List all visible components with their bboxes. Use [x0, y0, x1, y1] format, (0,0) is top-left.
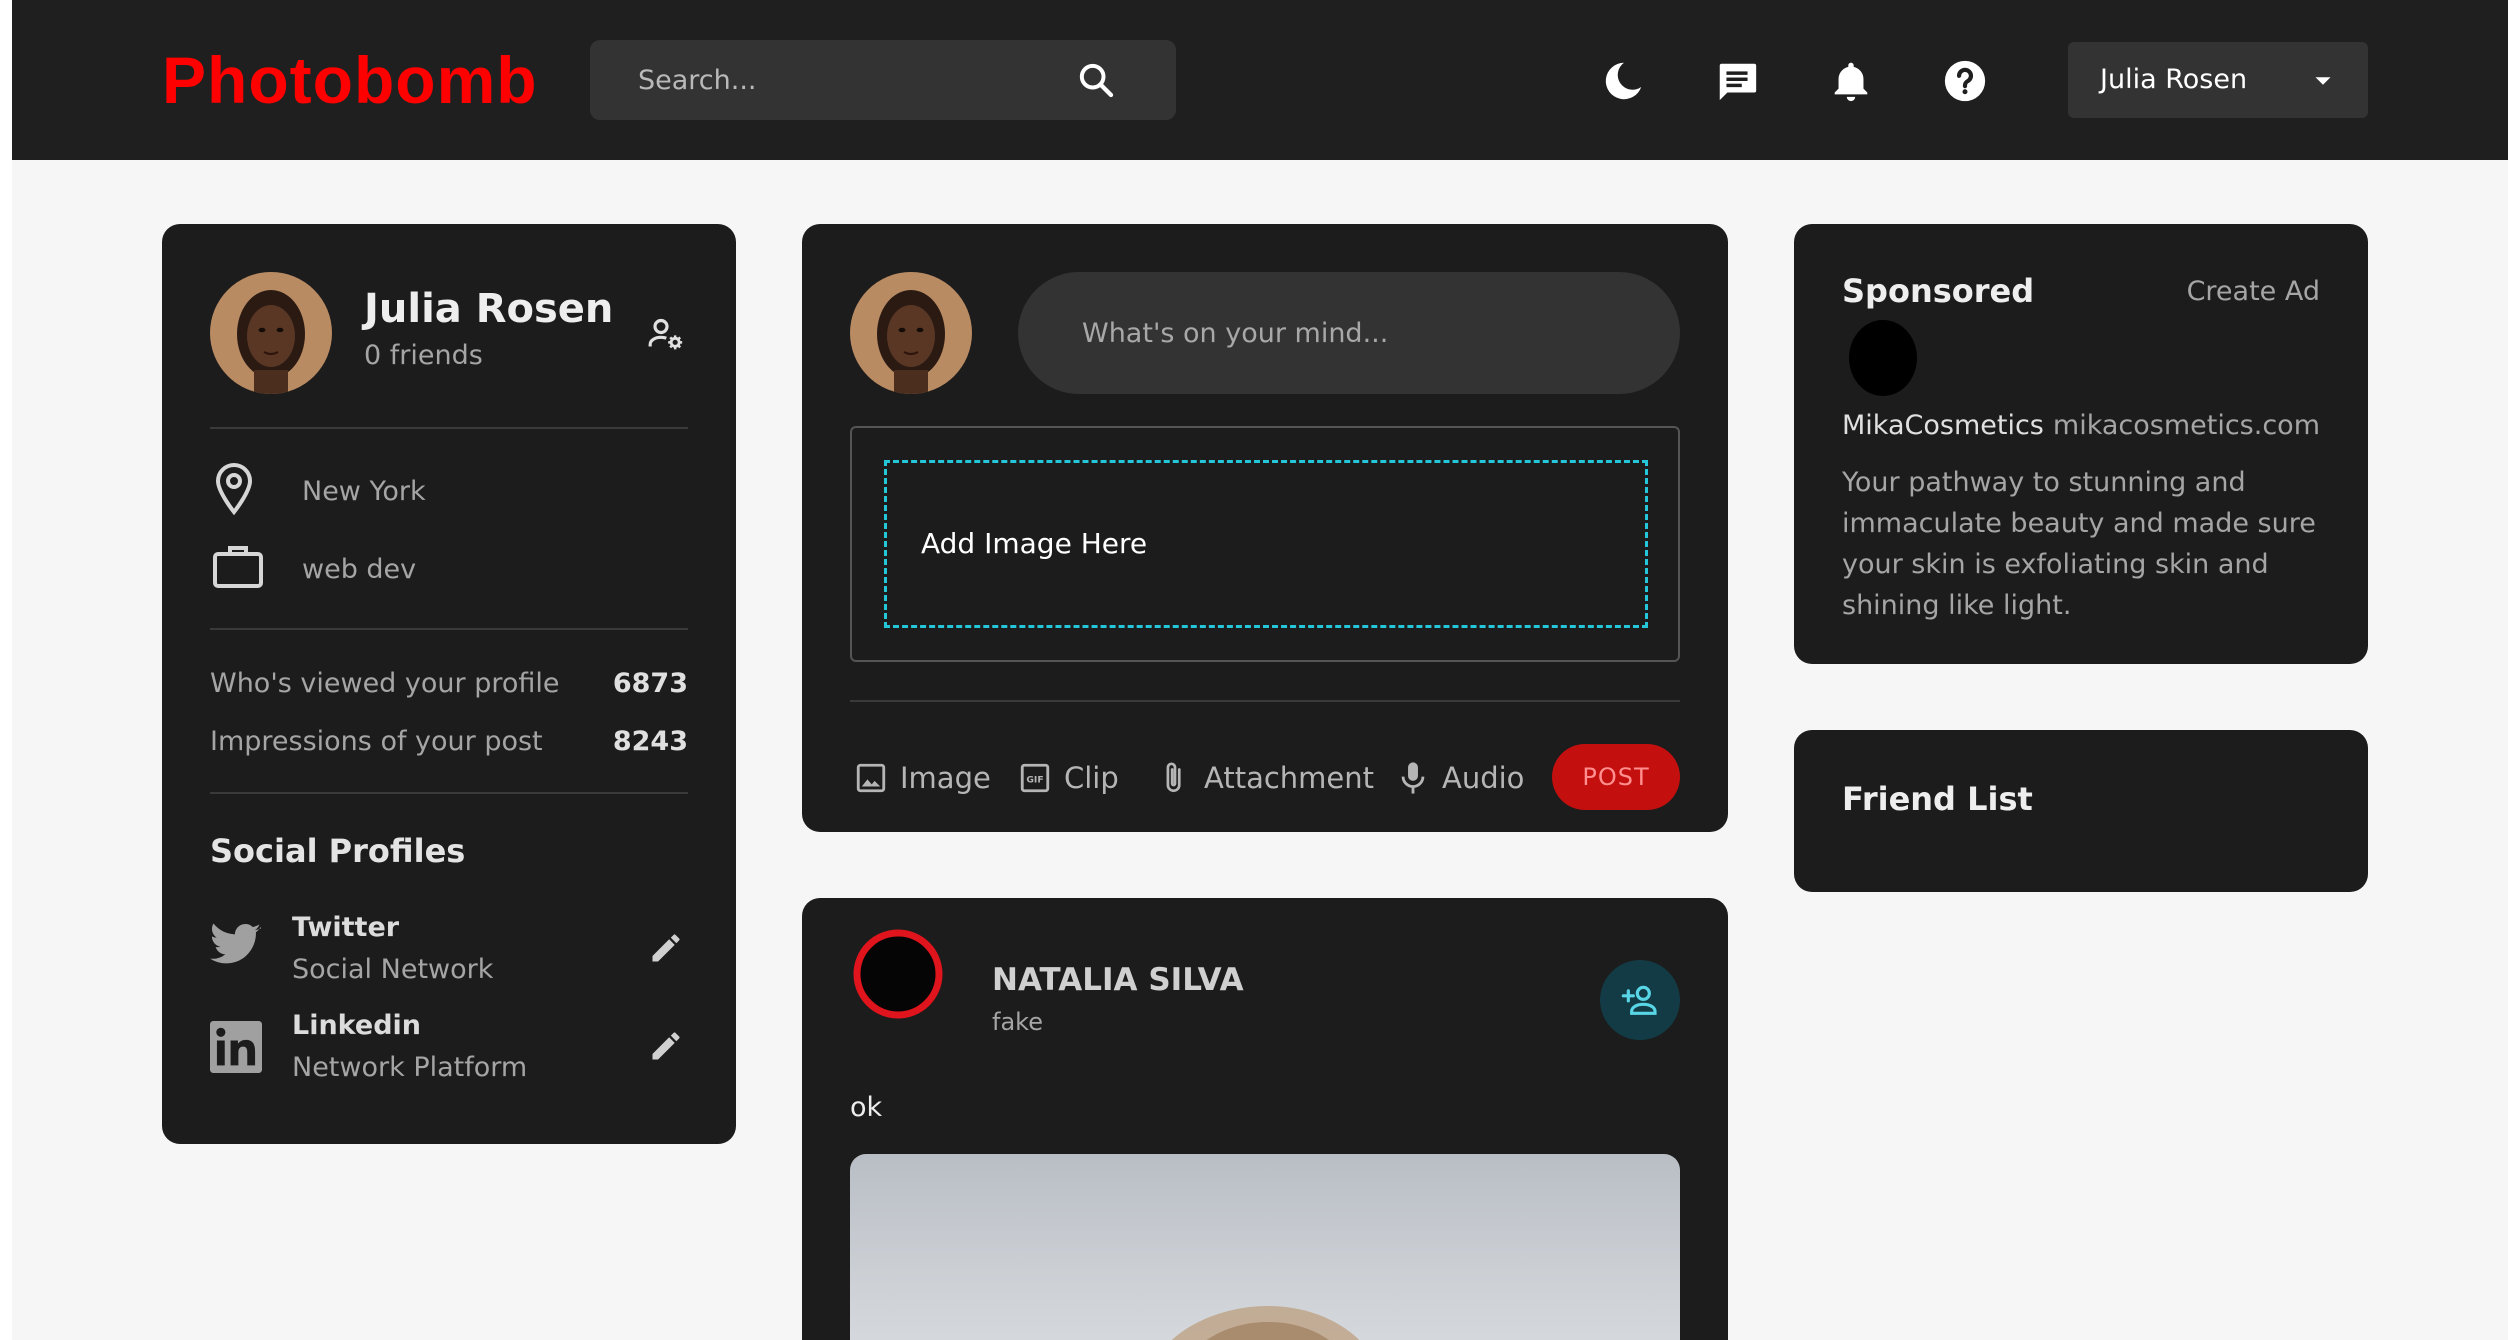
tool-audio[interactable]: Audio [1396, 754, 1524, 802]
search-icon[interactable] [1076, 60, 1116, 100]
social-profiles-title: Social Profiles [210, 832, 466, 870]
stat-label-profile-views: Who's viewed your profile [210, 668, 560, 699]
dropzone-text: Add Image Here [921, 527, 1148, 560]
social-type-linkedin: Network Platform [292, 1052, 528, 1083]
post-author-avatar[interactable] [852, 928, 944, 1020]
edit-pencil-icon[interactable] [648, 1028, 684, 1064]
ad-image[interactable] [1848, 318, 1918, 398]
profile-avatar[interactable] [210, 272, 332, 394]
tool-clip[interactable]: GIF Clip [1018, 754, 1119, 802]
tool-audio-label: Audio [1442, 761, 1525, 795]
location-icon [215, 462, 253, 516]
briefcase-icon [213, 546, 263, 588]
search-input[interactable] [590, 40, 1070, 120]
friend-list-title: Friend List [1842, 780, 2033, 818]
post-text: ok [850, 1092, 883, 1123]
composer-avatar [850, 272, 972, 394]
profile-occupation: web dev [302, 554, 417, 585]
tool-clip-label: Clip [1064, 761, 1119, 795]
post-button[interactable]: POST [1552, 744, 1680, 810]
social-type-twitter: Social Network [292, 954, 494, 985]
stat-label-impressions: Impressions of your post [210, 726, 543, 757]
divider [850, 700, 1680, 702]
stat-value-profile-views: 6873 [612, 668, 688, 699]
user-menu-name: Julia Rosen [2100, 64, 2248, 95]
divider [210, 628, 688, 630]
post-author-name[interactable]: NATALIA SILVA [992, 962, 1244, 998]
friend-count: 0 friends [364, 340, 483, 371]
search-bar [590, 40, 1176, 120]
feed-post-card: NATALIA SILVA fake ok [802, 898, 1728, 1340]
tool-image-label: Image [900, 761, 991, 795]
profile-location: New York [302, 476, 426, 507]
profile-name[interactable]: Julia Rosen [364, 286, 613, 332]
moon-icon[interactable] [1600, 58, 1646, 104]
profile-card: Julia Rosen 0 friends New York web dev W… [162, 224, 736, 1144]
manage-account-icon[interactable] [646, 314, 686, 354]
page-edge [0, 0, 12, 1340]
post-composer-card: Add Image Here Image GIF Clip Attachment… [802, 224, 1728, 832]
linkedin-icon [210, 1021, 262, 1073]
add-friend-button[interactable] [1600, 960, 1680, 1040]
tool-image[interactable]: Image [854, 754, 991, 802]
ad-url[interactable]: mikacosmetics.com [2053, 410, 2320, 441]
top-navbar: Photobomb Julia Rosen [12, 0, 2508, 160]
social-name-twitter[interactable]: Twitter [292, 912, 399, 943]
divider [210, 792, 688, 794]
svg-text:GIF: GIF [1026, 774, 1043, 785]
app-logo[interactable]: Photobomb [162, 40, 538, 120]
gif-icon: GIF [1020, 763, 1050, 793]
bell-icon[interactable] [1828, 58, 1874, 104]
person-add-icon [1621, 985, 1657, 1015]
edit-pencil-icon[interactable] [648, 930, 684, 966]
sponsored-card: Sponsored Create Ad MikaCosmetics mikaco… [1794, 224, 2368, 664]
whats-on-your-mind-input[interactable] [1018, 272, 1680, 394]
ad-brand-name[interactable]: MikaCosmetics [1842, 410, 2044, 441]
friend-list-card: Friend List [1794, 730, 2368, 892]
message-icon[interactable] [1714, 58, 1760, 104]
ad-description: Your pathway to stunning and immaculate … [1842, 467, 2316, 621]
social-name-linkedin[interactable]: Linkedin [292, 1010, 421, 1041]
user-menu-dropdown[interactable]: Julia Rosen [2068, 42, 2368, 118]
create-ad-link[interactable]: Create Ad [2187, 276, 2320, 307]
image-icon [856, 763, 886, 793]
help-icon[interactable] [1942, 58, 1988, 104]
tool-attachment-label: Attachment [1204, 761, 1375, 795]
divider [210, 427, 688, 429]
image-upload-box: Add Image Here [850, 426, 1680, 662]
post-image[interactable] [850, 1154, 1680, 1340]
caret-down-icon [2315, 77, 2331, 85]
image-dropzone[interactable]: Add Image Here [884, 460, 1648, 628]
sponsored-title: Sponsored [1842, 272, 2035, 310]
paperclip-icon [1166, 762, 1181, 793]
tool-attachment[interactable]: Attachment [1158, 754, 1374, 802]
twitter-icon [210, 923, 261, 964]
microphone-icon [1401, 762, 1425, 794]
post-author-location: fake [992, 1008, 1043, 1036]
stat-value-impressions: 8243 [612, 726, 688, 757]
